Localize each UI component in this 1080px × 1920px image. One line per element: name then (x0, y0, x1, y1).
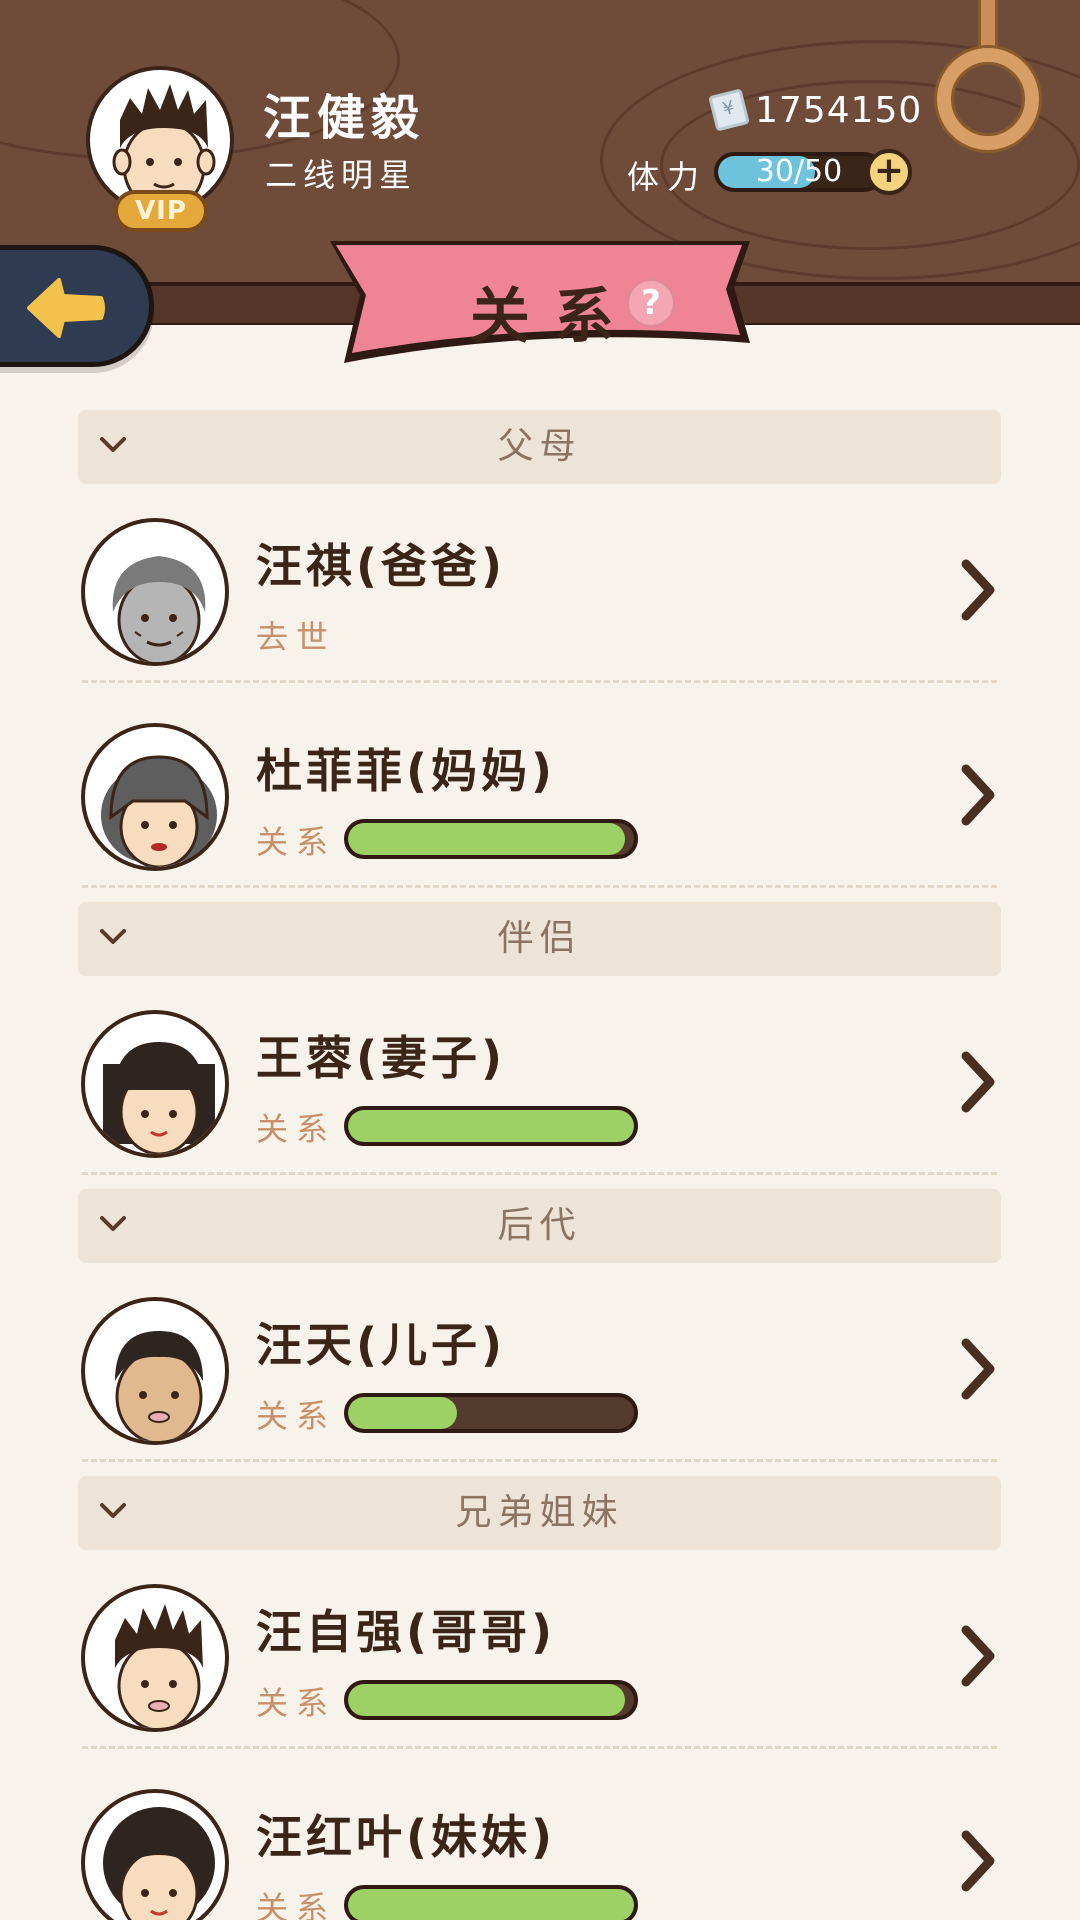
section-title: 后代 (497, 1205, 582, 1246)
add-stamina-button[interactable]: + (866, 149, 912, 195)
chevron-right-icon[interactable] (958, 558, 998, 622)
young-male-face-icon (115, 1331, 203, 1441)
relative-name: 王蓉(妻子) (256, 1031, 507, 1085)
chevron-right-icon[interactable] (958, 1050, 998, 1114)
relation-bar (344, 819, 638, 859)
relative-status: 去世 (256, 618, 337, 656)
relation-row[interactable]: 汪自强(哥哥) 关系 (78, 1566, 1001, 1749)
relative-name: 汪自强(哥哥) (256, 1605, 557, 1659)
elder-female-face-icon (101, 755, 217, 867)
section-title: 伴侣 (497, 918, 582, 959)
relative-avatar[interactable] (81, 1584, 229, 1732)
relation-bar-fill (348, 823, 626, 855)
relative-status: 关系 (256, 823, 337, 861)
curly-female-face-icon (103, 1807, 215, 1920)
relation-row[interactable]: 王蓉(妻子) 关系 (78, 992, 1001, 1175)
relative-name: 杜菲菲(妈妈) (256, 744, 557, 798)
relative-status: 关系 (256, 1684, 337, 1722)
hanging-ring-icon[interactable] (937, 48, 1039, 150)
relation-bar-fill (348, 1684, 626, 1716)
section-header[interactable]: 父母 (78, 410, 1001, 484)
chevron-right-icon[interactable] (958, 1337, 998, 1401)
back-button[interactable] (0, 245, 154, 367)
relation-row[interactable]: 杜菲菲(妈妈) 关系 (78, 705, 1001, 888)
row-divider (82, 680, 997, 683)
page-title: 关系 (470, 282, 638, 352)
chevron-right-icon[interactable] (958, 1624, 998, 1688)
section-header[interactable]: 伴侣 (78, 902, 1001, 976)
relation-bar (344, 1885, 638, 1920)
money-value: 1754150 (755, 90, 923, 131)
relative-avatar[interactable] (81, 1297, 229, 1445)
player-name: 汪健毅 (263, 90, 426, 146)
relative-avatar[interactable] (81, 518, 229, 666)
relation-bar-fill (348, 1889, 634, 1920)
spiky-male-face-icon (115, 1604, 203, 1728)
relative-avatar[interactable] (81, 723, 229, 871)
player-title: 二线明星 (265, 156, 418, 194)
row-divider (82, 1172, 997, 1175)
relative-name: 汪天(儿子) (256, 1318, 507, 1372)
relation-bar (344, 1393, 638, 1433)
stamina-bar: 30/50 (714, 152, 884, 192)
relation-row[interactable]: 汪红叶(妹妹) 关系 (78, 1771, 1001, 1920)
young-female-face-icon (103, 1042, 215, 1154)
section-title: 父母 (497, 426, 582, 467)
relation-bar-fill (348, 1110, 634, 1142)
chevron-right-icon[interactable] (958, 1829, 998, 1893)
relative-avatar[interactable] (81, 1789, 229, 1920)
chevron-right-icon[interactable] (958, 763, 998, 827)
arrow-left-icon (27, 278, 105, 338)
relative-avatar[interactable] (81, 1010, 229, 1158)
row-divider (82, 1746, 997, 1749)
row-divider (82, 885, 997, 888)
row-divider (82, 1459, 997, 1462)
relation-bar-fill (348, 1397, 457, 1429)
relative-status: 关系 (256, 1889, 337, 1920)
relative-name: 汪红叶(妹妹) (256, 1810, 557, 1864)
section-title: 兄弟姐妹 (455, 1492, 624, 1533)
relation-bar (344, 1680, 638, 1720)
help-icon[interactable]: ? (626, 278, 676, 328)
relative-name: 汪祺(爸爸) (256, 539, 507, 593)
relation-row[interactable]: 汪天(儿子) 关系 (78, 1279, 1001, 1462)
relation-bar (344, 1106, 638, 1146)
elder-male-face-icon (112, 556, 206, 662)
vip-badge: VIP (114, 190, 208, 232)
relative-status: 关系 (256, 1397, 337, 1435)
stamina-label: 体力 (627, 158, 708, 196)
relative-status: 关系 (256, 1110, 337, 1148)
section-header[interactable]: 兄弟姐妹 (78, 1476, 1001, 1550)
stamina-value: 30/50 (755, 154, 843, 189)
relation-row[interactable]: 汪祺(爸爸) 去世 (78, 500, 1001, 683)
section-header[interactable]: 后代 (78, 1189, 1001, 1263)
